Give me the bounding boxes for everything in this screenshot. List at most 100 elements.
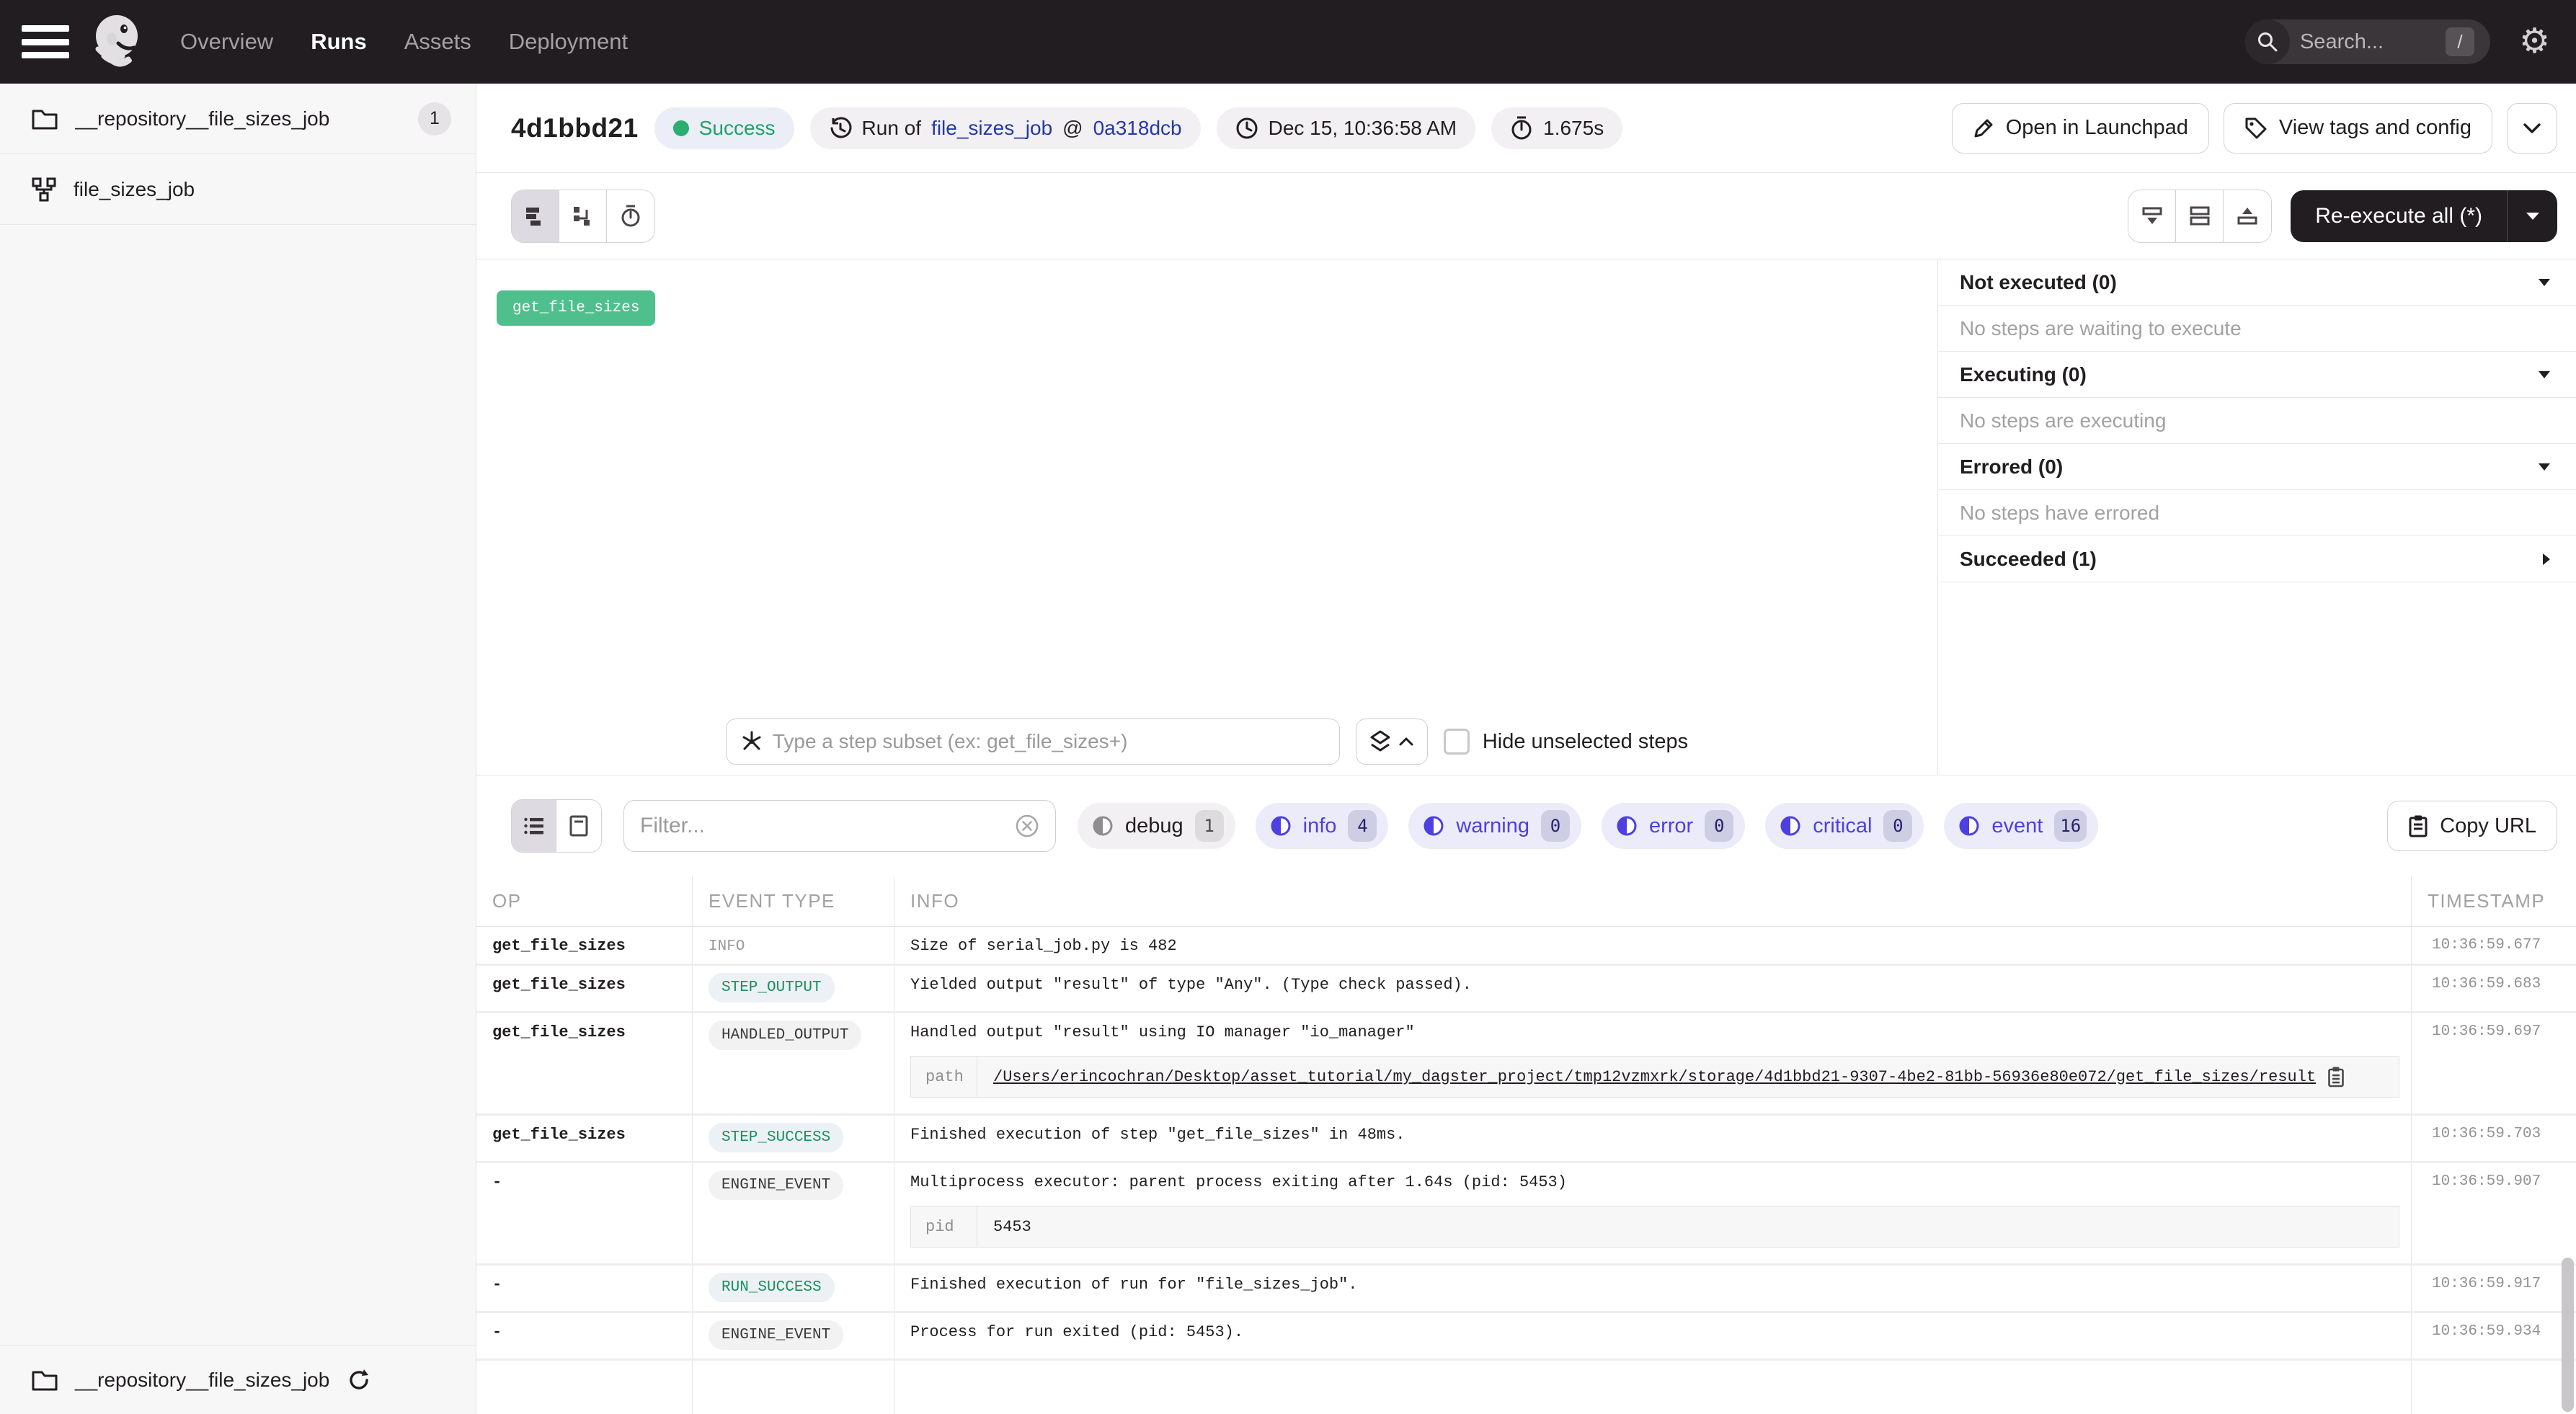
metadata-entry: path /Users/erincochran/Desktop/asset_tu… (910, 1056, 2399, 1098)
log-event-type: INFO (693, 927, 894, 964)
clock-icon (1235, 117, 1258, 140)
status-badge: Success (654, 107, 794, 149)
section-errored[interactable]: Errored (0) (1938, 444, 2576, 490)
log-filter-bar: debug 1 info 4 warning 0 error 0 (476, 775, 2576, 876)
op-selector-icon (741, 731, 763, 752)
log-row[interactable]: - RUN_SUCCESS Finished execution of run … (476, 1266, 2576, 1313)
expand-up-button[interactable] (2224, 190, 2271, 242)
reload-icon[interactable] (347, 1368, 371, 1392)
log-event-type: RUN_SUCCESS (693, 1266, 894, 1311)
log-timestamp[interactable]: 10:36:59.703 (2412, 1116, 2576, 1161)
log-timestamp[interactable]: 10:36:59.917 (2412, 1266, 2576, 1311)
step-chip-get-file-sizes[interactable]: get_file_sizes (497, 290, 655, 326)
hide-unselected-checkbox[interactable] (1444, 729, 1470, 755)
nav-runs[interactable]: Runs (311, 29, 367, 55)
output-path-link[interactable]: /Users/erincochran/Desktop/asset_tutoria… (993, 1068, 2316, 1086)
nav-links: Overview Runs Assets Deployment (180, 29, 628, 55)
datetime-pill: Dec 15, 10:36:58 AM (1217, 107, 1476, 149)
step-status-panel: Not executed (0) No steps are waiting to… (1937, 259, 2576, 775)
filter-level-critical[interactable]: critical 0 (1765, 803, 1924, 849)
section-executing[interactable]: Executing (0) (1938, 352, 2576, 398)
log-event-type: ENGINE_EVENT (693, 1163, 894, 1263)
log-row[interactable]: - ENGINE_EVENT Multiprocess executor: pa… (476, 1163, 2576, 1266)
log-filter-input[interactable] (640, 814, 1015, 838)
filter-level-info[interactable]: info 4 (1256, 803, 1389, 849)
graph-query-toggle-button[interactable] (1356, 719, 1428, 765)
toggle-half-icon (1423, 815, 1444, 837)
log-op: get_file_sizes (476, 1013, 693, 1113)
log-timestamp[interactable]: 10:36:59.683 (2412, 966, 2576, 1011)
nav-assets[interactable]: Assets (404, 29, 471, 55)
log-table-header: OP EVENT TYPE INFO TIMESTAMP (476, 876, 2576, 927)
log-info: Finished execution of step "get_file_siz… (894, 1116, 2412, 1161)
sidebar-footer-repository[interactable]: __repository__file_sizes_job (0, 1345, 476, 1414)
log-structured-view-button[interactable] (556, 800, 601, 852)
reexecute-caret-button[interactable] (2507, 190, 2557, 242)
nav-deployment[interactable]: Deployment (509, 29, 628, 55)
log-info: Process for run exited (pid: 5453). (894, 1313, 2412, 1359)
toggle-half-icon (1092, 815, 1114, 837)
footer-repo-label: __repository__file_sizes_job (75, 1369, 329, 1392)
log-list-view-button[interactable] (512, 800, 556, 852)
filter-level-event[interactable]: event 16 (1944, 803, 2098, 849)
log-timestamp[interactable]: 10:36:59.907 (2412, 1163, 2576, 1263)
log-scrollbar[interactable] (2562, 1258, 2574, 1412)
log-row[interactable]: get_file_sizes HANDLED_OUTPUT Handled ou… (476, 1013, 2576, 1116)
search-input[interactable] (2300, 30, 2422, 54)
section-not-executed[interactable]: Not executed (0) (1938, 259, 2576, 306)
commit-link[interactable]: 0a318dcb (1093, 117, 1182, 140)
tag-icon (2244, 117, 2268, 140)
header-more-button[interactable] (2507, 103, 2557, 154)
log-table: OP EVENT TYPE INFO TIMESTAMP get_file_si… (476, 876, 2576, 1414)
log-op: - (476, 1313, 693, 1359)
metadata-value: 5453 (993, 1218, 1031, 1236)
copy-path-icon[interactable] (2327, 1066, 2345, 1088)
section-succeeded[interactable]: Succeeded (1) (1938, 536, 2576, 582)
reexecute-all-button[interactable]: Re-execute all (*) (2291, 190, 2507, 242)
sidebar-item-repository[interactable]: __repository__file_sizes_job 1 (0, 84, 476, 154)
log-timestamp[interactable]: 10:36:59.677 (2412, 927, 2576, 964)
menu-icon[interactable] (22, 25, 69, 58)
split-panels-button[interactable] (2176, 190, 2224, 242)
run-datetime: Dec 15, 10:36:58 AM (1269, 117, 1457, 140)
copy-url-button[interactable]: Copy URL (2387, 801, 2557, 851)
nav-overview[interactable]: Overview (180, 29, 273, 55)
log-row-empty (476, 1361, 2576, 1414)
log-row[interactable]: get_file_sizes INFO Size of serial_job.p… (476, 927, 2576, 966)
log-timestamp[interactable]: 10:36:59.934 (2412, 1313, 2576, 1359)
log-row[interactable]: - ENGINE_EVENT Process for run exited (p… (476, 1313, 2576, 1361)
view-tags-config-button[interactable]: View tags and config (2224, 103, 2492, 154)
log-section: debug 1 info 4 warning 0 error 0 (476, 775, 2576, 1414)
clear-filter-icon[interactable] (1015, 814, 1039, 838)
log-op: get_file_sizes (476, 1116, 693, 1161)
sidebar-item-job[interactable]: file_sizes_job (0, 154, 476, 225)
main-panel: 4d1bbd21 Success Run of file_sizes_job @… (476, 84, 2576, 1414)
filter-level-warning[interactable]: warning 0 (1408, 803, 1581, 849)
timer-view-button[interactable] (607, 190, 654, 242)
log-view-segmented (511, 799, 602, 853)
log-row[interactable]: get_file_sizes STEP_OUTPUT Yielded outpu… (476, 966, 2576, 1013)
gear-icon[interactable]: ⚙ (2519, 25, 2550, 59)
log-timestamp[interactable]: 10:36:59.697 (2412, 1013, 2576, 1113)
layers-icon (1369, 730, 1391, 753)
caret-down-icon (2537, 370, 2551, 380)
log-filter-box[interactable] (623, 800, 1056, 852)
hide-unselected-steps[interactable]: Hide unselected steps (1444, 729, 1688, 755)
job-link[interactable]: file_sizes_job (931, 117, 1052, 140)
log-info: Size of serial_job.py is 482 (894, 927, 2412, 964)
log-row[interactable]: get_file_sizes STEP_SUCCESS Finished exe… (476, 1116, 2576, 1163)
waterfall-view-button[interactable] (559, 190, 607, 242)
search-box[interactable]: / (2245, 19, 2490, 64)
open-in-launchpad-button[interactable]: Open in Launchpad (1952, 103, 2209, 154)
step-subset-box[interactable] (726, 719, 1340, 765)
toggle-half-icon (1616, 815, 1638, 837)
filter-level-error[interactable]: error 0 (1602, 803, 1745, 849)
run-id: 4d1bbd21 (511, 113, 639, 143)
log-op: - (476, 1266, 693, 1311)
step-subset-input[interactable] (773, 730, 1325, 753)
collapse-down-button[interactable] (2128, 190, 2176, 242)
filter-level-debug[interactable]: debug 1 (1078, 803, 1235, 849)
status-dot-icon (673, 120, 689, 136)
flat-view-button[interactable] (512, 190, 559, 242)
dagster-logo-icon[interactable] (88, 12, 148, 72)
